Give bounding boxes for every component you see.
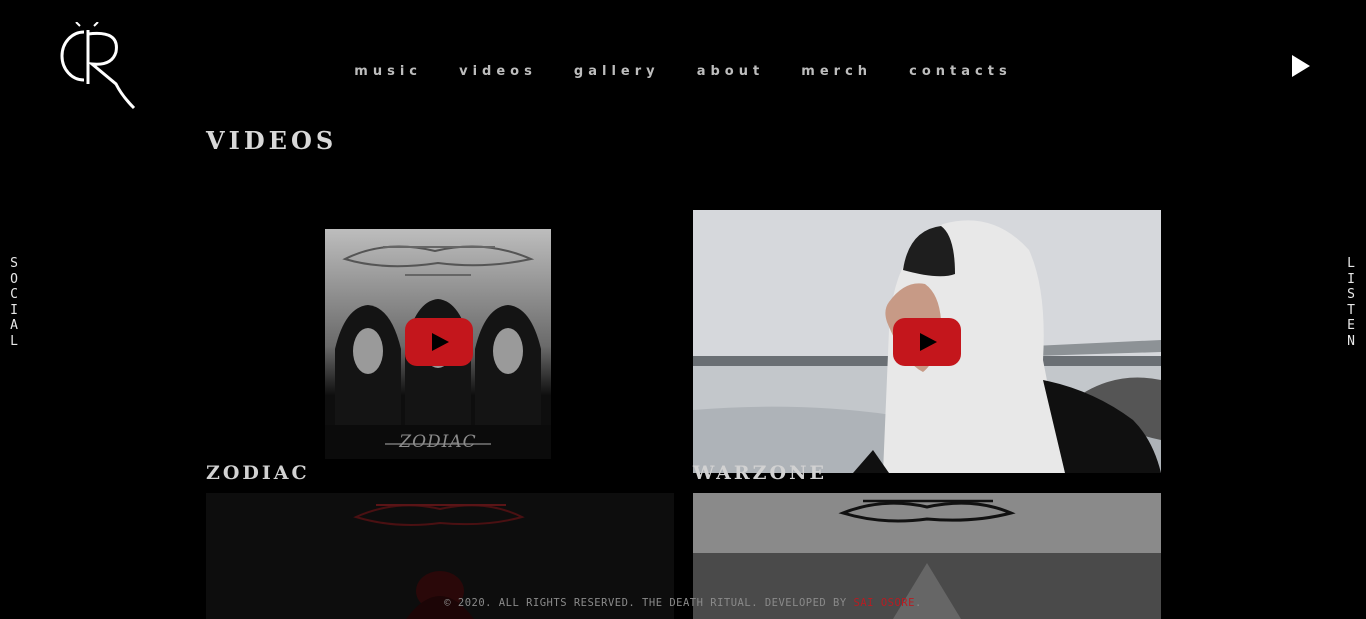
developer-link[interactable]: SAI OSORE <box>854 597 915 609</box>
nav-about[interactable]: about <box>697 64 764 79</box>
social-letter: S <box>10 256 18 271</box>
main-nav: music videos gallery about merch contact… <box>0 60 1366 79</box>
footer-text: © 2020. ALL RIGHTS RESERVED. THE DEATH R… <box>444 597 854 609</box>
social-side-tab[interactable]: S O C I A L <box>7 256 21 349</box>
footer-suffix: . <box>914 597 922 609</box>
youtube-play-button-zodiac[interactable] <box>405 318 473 366</box>
listen-letter: T <box>1347 302 1355 318</box>
youtube-play-button-warzone[interactable] <box>893 318 961 366</box>
social-letter: I <box>10 302 18 318</box>
zodiac-thumb-caption: ZODIAC <box>399 432 477 452</box>
social-letter: L <box>10 333 18 349</box>
listen-letter: I <box>1347 271 1355 287</box>
social-letter: A <box>10 318 18 333</box>
footer: © 2020. ALL RIGHTS RESERVED. THE DEATH R… <box>0 597 1366 609</box>
page-title: VIDEOS <box>206 126 338 155</box>
play-icon <box>1292 55 1310 77</box>
video-title-zodiac[interactable]: ZODIAC <box>206 462 310 484</box>
nav-merch[interactable]: merch <box>801 64 872 79</box>
audio-play-button[interactable] <box>1289 53 1313 79</box>
listen-letter: L <box>1347 256 1355 271</box>
listen-side-tab[interactable]: L I S T E N <box>1344 256 1358 349</box>
social-letter: O <box>10 271 18 287</box>
nav-contacts[interactable]: contacts <box>909 64 1012 79</box>
listen-letter: E <box>1347 318 1355 333</box>
nav-videos[interactable]: videos <box>459 64 537 79</box>
nav-music[interactable]: music <box>354 64 422 79</box>
listen-letter: N <box>1347 333 1355 349</box>
social-letter: C <box>10 287 18 302</box>
nav-gallery[interactable]: gallery <box>574 64 660 79</box>
video-title-warzone[interactable]: WARZONE <box>693 462 827 484</box>
listen-letter: S <box>1347 287 1355 302</box>
